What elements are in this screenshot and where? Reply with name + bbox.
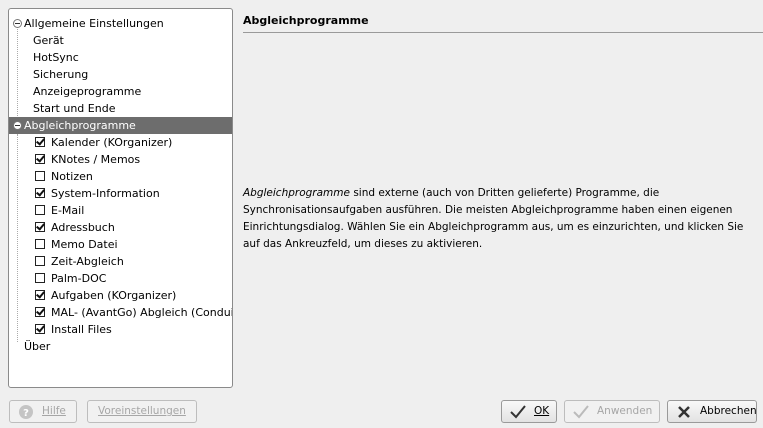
svg-text:?: ? — [23, 408, 29, 419]
conduit-item[interactable]: System-Information — [9, 185, 232, 202]
conduit-label: MAL- (AvantGo) Abgleich (Conduit) — [51, 306, 233, 319]
tree-item-device[interactable]: Gerät — [9, 32, 232, 49]
tree-item-about[interactable]: Über — [9, 338, 232, 355]
tree-item-label: Anzeigeprogramme — [33, 85, 142, 98]
conduit-item[interactable]: MAL- (AvantGo) Abgleich (Conduit) — [9, 304, 232, 321]
defaults-button[interactable]: Voreinstellungen — [87, 400, 197, 423]
conduit-label: Zeit-Abgleich — [51, 255, 124, 268]
checkmark-icon — [573, 404, 589, 420]
collapse-icon[interactable] — [13, 19, 22, 28]
conduit-item[interactable]: Kalender (KOrganizer) — [9, 134, 232, 151]
conduit-checkbox[interactable] — [35, 239, 45, 249]
conduit-item[interactable]: Notizen — [9, 168, 232, 185]
conduit-label: KNotes / Memos — [51, 153, 141, 166]
conduit-checkbox[interactable] — [35, 188, 45, 198]
conduit-label: Memo Datei — [51, 238, 118, 251]
conduit-item[interactable]: Aufgaben (KOrganizer) — [9, 287, 232, 304]
cancel-button[interactable]: Abbrechen — [667, 400, 757, 423]
conduit-checkbox[interactable] — [35, 154, 45, 164]
conduit-label: Install Files — [51, 323, 112, 336]
tree-item-label: Abgleichprogramme — [24, 119, 136, 132]
collapse-icon[interactable] — [13, 121, 22, 130]
conduit-item[interactable]: E-Mail — [9, 202, 232, 219]
tree-item-general[interactable]: Allgemeine Einstellungen — [9, 15, 232, 32]
conduit-item[interactable]: Memo Datei — [9, 236, 232, 253]
apply-button[interactable]: Anwenden — [564, 400, 660, 423]
tree-item-conduits[interactable]: Abgleichprogramme — [9, 117, 232, 134]
tree-item-label: Über — [24, 340, 51, 353]
page-title: Abgleichprogramme — [243, 14, 369, 27]
title-divider — [243, 32, 763, 33]
cancel-button-label: Abbrechen — [700, 405, 757, 417]
conduit-checkbox[interactable] — [35, 290, 45, 300]
checkmark-icon — [510, 404, 526, 420]
conduit-checkbox[interactable] — [35, 273, 45, 283]
ok-button[interactable]: OK — [501, 400, 557, 423]
description-text: Abgleichprogramme sind externe (auch von… — [243, 185, 761, 253]
conduit-label: Adressbuch — [51, 221, 115, 234]
conduit-item[interactable]: Install Files — [9, 321, 232, 338]
tree-item-label: Allgemeine Einstellungen — [24, 17, 164, 30]
conduit-checkbox[interactable] — [35, 137, 45, 147]
conduit-checkbox[interactable] — [35, 171, 45, 181]
close-icon — [676, 404, 692, 420]
help-button-label: Hilfe — [42, 405, 66, 417]
conduit-label: Notizen — [51, 170, 93, 183]
conduit-checkbox[interactable] — [35, 324, 45, 334]
tree-item-label: Start und Ende — [33, 102, 116, 115]
conduit-item[interactable]: Adressbuch — [9, 219, 232, 236]
tree-item-label: HotSync — [33, 51, 79, 64]
tree-item-backup[interactable]: Sicherung — [9, 66, 232, 83]
conduit-label: E-Mail — [51, 204, 85, 217]
conduit-checkbox[interactable] — [35, 205, 45, 215]
conduit-label: Palm-DOC — [51, 272, 107, 285]
conduit-item[interactable]: Palm-DOC — [9, 270, 232, 287]
defaults-button-label: Voreinstellungen — [98, 405, 186, 417]
tree-item-viewers[interactable]: Anzeigeprogramme — [9, 83, 232, 100]
tree-item-label: Sicherung — [33, 68, 89, 81]
conduit-item[interactable]: KNotes / Memos — [9, 151, 232, 168]
conduit-checkbox[interactable] — [35, 307, 45, 317]
conduit-item[interactable]: Zeit-Abgleich — [9, 253, 232, 270]
conduit-label: Aufgaben (KOrganizer) — [51, 289, 177, 302]
help-button[interactable]: ? Hilfe — [9, 400, 77, 423]
ok-button-label: OK — [534, 405, 550, 417]
tree-item-hotsync[interactable]: HotSync — [9, 49, 232, 66]
tree-item-startup-exit[interactable]: Start und Ende — [9, 100, 232, 117]
settings-tree[interactable]: Allgemeine Einstellungen Gerät HotSync S… — [8, 8, 233, 388]
description-emphasis: Abgleichprogramme — [243, 187, 350, 199]
tree-item-label: Gerät — [33, 34, 64, 47]
apply-button-label: Anwenden — [597, 405, 653, 417]
conduit-label: System-Information — [51, 187, 160, 200]
conduit-checkbox[interactable] — [35, 256, 45, 266]
conduit-checkbox[interactable] — [35, 222, 45, 232]
conduit-label: Kalender (KOrganizer) — [51, 136, 173, 149]
help-icon: ? — [18, 404, 34, 420]
